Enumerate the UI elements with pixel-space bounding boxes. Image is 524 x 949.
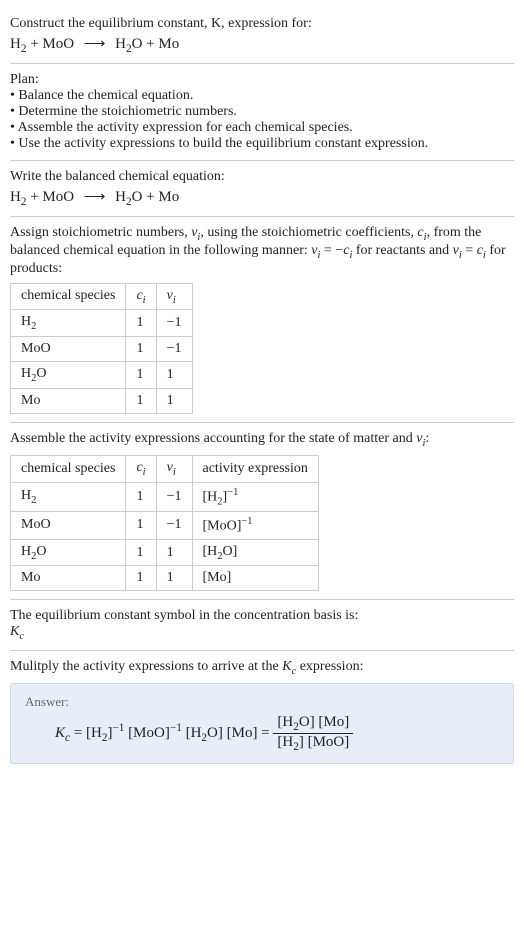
table-row: H21−1 bbox=[11, 310, 193, 337]
stoich-table: chemical species ci νi H21−1 MoO1−1 H2O1… bbox=[10, 283, 193, 414]
table-row: H2O11 bbox=[11, 362, 193, 389]
intro-section: Construct the equilibrium constant, K, e… bbox=[10, 8, 514, 64]
table-row: Mo11 bbox=[11, 388, 193, 413]
plan-item: • Balance the chemical equation. bbox=[10, 88, 514, 104]
plan-title: Plan: bbox=[10, 72, 514, 88]
table-row: H21−1[H2]−1 bbox=[11, 482, 319, 511]
table-row: H2O11[H2O] bbox=[11, 539, 319, 566]
header-cell: ci bbox=[126, 283, 156, 310]
activity-section: Assemble the activity expressions accoun… bbox=[10, 423, 514, 601]
table-row: MoO1−1 bbox=[11, 337, 193, 362]
stoich-intro: Assign stoichiometric numbers, νi, using… bbox=[10, 225, 514, 277]
final-title: Mulitply the activity expressions to arr… bbox=[10, 659, 514, 677]
kc-symbol-section: The equilibrium constant symbol in the c… bbox=[10, 600, 514, 651]
intro-equation: H2 + MoO ⟶ H2O + Mo bbox=[10, 34, 514, 55]
answer-formula: Kc = [H2]−1 [MoO]−1 [H2O] [Mo] = [H2O] [… bbox=[25, 710, 499, 753]
header-cell: chemical species bbox=[11, 283, 126, 310]
table-row: MoO1−1[MoO]−1 bbox=[11, 512, 319, 540]
page-container: Construct the equilibrium constant, K, e… bbox=[0, 0, 524, 780]
header-cell: activity expression bbox=[192, 455, 318, 482]
table-header-row: chemical species ci νi activity expressi… bbox=[11, 455, 319, 482]
header-cell: chemical species bbox=[11, 455, 126, 482]
activity-table: chemical species ci νi activity expressi… bbox=[10, 455, 319, 592]
intro-prompt: Construct the equilibrium constant, K, e… bbox=[10, 16, 514, 32]
plan-item: • Determine the stoichiometric numbers. bbox=[10, 104, 514, 120]
balanced-section: Write the balanced chemical equation: H2… bbox=[10, 161, 514, 217]
stoich-section: Assign stoichiometric numbers, νi, using… bbox=[10, 217, 514, 423]
header-cell: νi bbox=[156, 283, 192, 310]
plan-item: • Use the activity expressions to build … bbox=[10, 136, 514, 152]
kc-symbol-line1: The equilibrium constant symbol in the c… bbox=[10, 608, 514, 624]
table-row: Mo11[Mo] bbox=[11, 566, 319, 591]
kc-symbol-line2: Kc bbox=[10, 624, 514, 642]
answer-label: Answer: bbox=[25, 694, 499, 710]
table-header-row: chemical species ci νi bbox=[11, 283, 193, 310]
activity-title: Assemble the activity expressions accoun… bbox=[10, 431, 514, 449]
plan-section: Plan: • Balance the chemical equation. •… bbox=[10, 64, 514, 161]
plan-item: • Assemble the activity expression for e… bbox=[10, 120, 514, 136]
balanced-equation: H2 + MoO ⟶ H2O + Mo bbox=[10, 187, 514, 208]
balanced-title: Write the balanced chemical equation: bbox=[10, 169, 514, 185]
header-cell: ci bbox=[126, 455, 156, 482]
final-section: Mulitply the activity expressions to arr… bbox=[10, 651, 514, 772]
answer-box: Answer: Kc = [H2]−1 [MoO]−1 [H2O] [Mo] =… bbox=[10, 683, 514, 764]
header-cell: νi bbox=[156, 455, 192, 482]
